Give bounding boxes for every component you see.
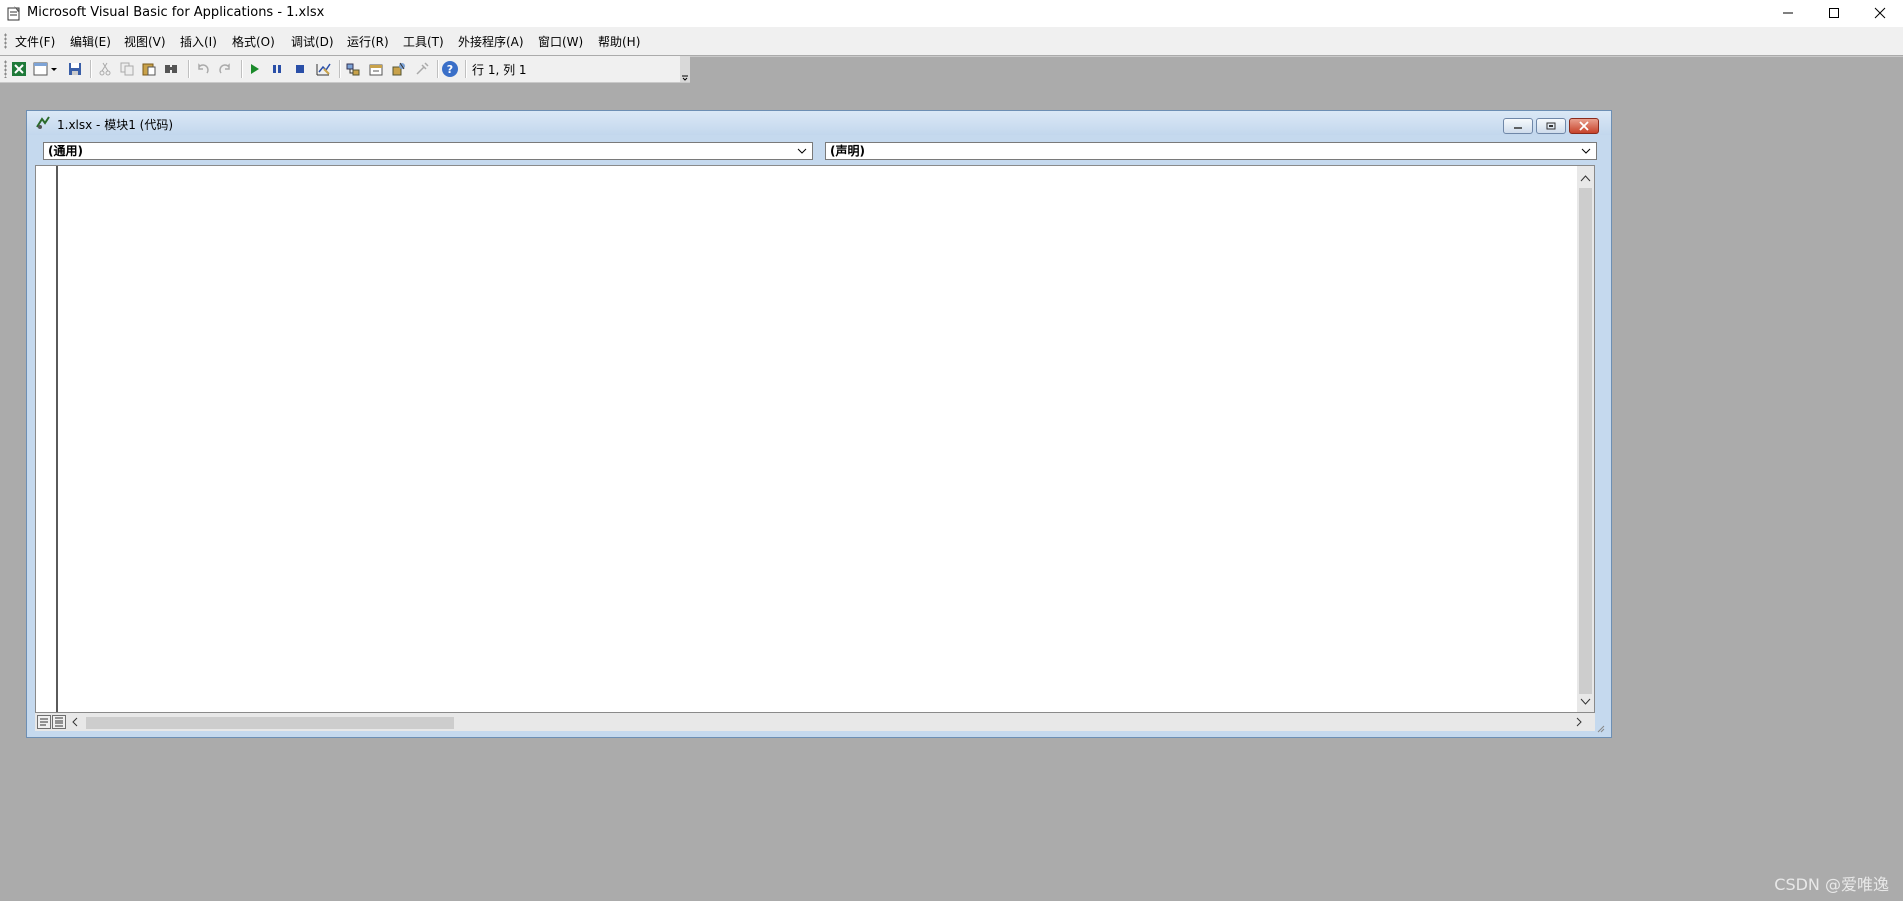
scroll-right-icon	[1576, 717, 1582, 727]
menu-format[interactable]: 格式(O)	[232, 33, 275, 50]
procedure-view-icon[interactable]	[37, 715, 51, 729]
vertical-scroll-thumb[interactable]	[1579, 188, 1592, 694]
window-title: Microsoft Visual Basic for Applications …	[27, 5, 325, 20]
minimize-icon	[1783, 12, 1793, 14]
maximize-button[interactable]	[1811, 0, 1857, 26]
object-browser-icon[interactable]	[390, 60, 408, 78]
code-window-restore-button[interactable]	[1536, 118, 1566, 134]
chevron-down-icon[interactable]	[796, 143, 808, 159]
chevron-down-icon	[682, 75, 688, 81]
full-module-view-icon[interactable]	[52, 715, 66, 729]
standard-toolbar: ? 行 1, 列 1	[0, 56, 690, 83]
menu-edit[interactable]: 编辑(E)	[70, 33, 111, 50]
close-icon	[1579, 121, 1589, 131]
insert-userform-icon[interactable]	[32, 60, 58, 78]
menu-window[interactable]: 窗口(W)	[538, 33, 583, 50]
save-icon[interactable]	[66, 60, 84, 78]
scroll-up-icon	[1580, 175, 1591, 182]
menu-grip[interactable]	[4, 33, 7, 49]
paste-icon[interactable]	[140, 60, 158, 78]
menu-help[interactable]: 帮助(H)	[598, 33, 640, 50]
watermark: CSDN @爱唯逸	[1774, 875, 1889, 894]
menu-insert[interactable]: 插入(I)	[180, 33, 217, 50]
resize-grip-icon	[1597, 725, 1605, 733]
code-window-caption[interactable]: 1.xlsx - 模块1 (代码)	[27, 111, 1611, 135]
design-mode-icon[interactable]	[314, 60, 332, 78]
menu-debug[interactable]: 调试(D)	[291, 33, 334, 50]
scroll-down-icon	[1580, 698, 1591, 705]
code-window-title: 1.xlsx - 模块1 (代码)	[57, 118, 174, 132]
menu-view[interactable]: 视图(V)	[124, 33, 166, 50]
toolbar-empty-area	[690, 56, 1903, 83]
menu-run[interactable]: 运行(R)	[347, 33, 389, 50]
restore-icon	[1546, 122, 1556, 130]
svg-text:?: ?	[447, 63, 453, 76]
object-combo[interactable]: (通用)	[43, 142, 813, 160]
reset-icon[interactable]	[291, 60, 309, 78]
horizontal-scroll-thumb[interactable]	[86, 717, 454, 729]
menu-tools[interactable]: 工具(T)	[403, 33, 444, 50]
excel-icon[interactable]	[10, 60, 28, 78]
maximize-icon	[1829, 8, 1839, 18]
toolbar-grip[interactable]	[4, 60, 7, 78]
find-icon[interactable]	[162, 60, 180, 78]
vba-app-icon	[6, 5, 22, 21]
code-editor[interactable]	[35, 165, 1595, 713]
module-icon	[35, 115, 51, 131]
run-icon[interactable]	[245, 60, 263, 78]
procedure-combo-value: (声明)	[830, 144, 865, 158]
code-window-close-button[interactable]	[1569, 118, 1599, 134]
object-combo-value: (通用)	[48, 144, 83, 158]
margin-indicator-bar[interactable]	[36, 166, 58, 712]
help-icon[interactable]: ?	[441, 60, 459, 78]
code-window-minimize-button[interactable]	[1503, 118, 1533, 134]
code-window: 1.xlsx - 模块1 (代码) (通用) (声明)	[26, 110, 1612, 738]
cut-icon[interactable]	[96, 60, 114, 78]
close-button[interactable]	[1857, 0, 1903, 26]
redo-icon[interactable]	[216, 60, 234, 78]
horizontal-scrollbar[interactable]	[35, 713, 1595, 731]
undo-icon[interactable]	[194, 60, 212, 78]
toolbox-icon[interactable]	[413, 60, 431, 78]
project-explorer-icon[interactable]	[344, 60, 362, 78]
menu-file[interactable]: 文件(F)	[15, 33, 55, 50]
copy-icon[interactable]	[118, 60, 136, 78]
chevron-down-icon[interactable]	[1580, 143, 1592, 159]
close-icon	[1874, 7, 1886, 19]
menu-bar: 文件(F) 编辑(E) 视图(V) 插入(I) 格式(O) 调试(D) 运行(R…	[0, 27, 1903, 55]
scroll-left-icon	[72, 717, 78, 727]
minimize-icon	[1514, 127, 1522, 129]
toolbar-options-dropdown[interactable]	[680, 56, 690, 82]
cursor-position: 行 1, 列 1	[472, 63, 527, 77]
break-icon[interactable]	[268, 60, 286, 78]
title-bar: Microsoft Visual Basic for Applications …	[0, 0, 1903, 27]
vertical-scrollbar[interactable]	[1577, 166, 1594, 712]
procedure-combo[interactable]: (声明)	[825, 142, 1597, 160]
properties-icon[interactable]	[367, 60, 385, 78]
menu-addins[interactable]: 外接程序(A)	[458, 33, 524, 50]
minimize-button[interactable]	[1765, 0, 1811, 26]
